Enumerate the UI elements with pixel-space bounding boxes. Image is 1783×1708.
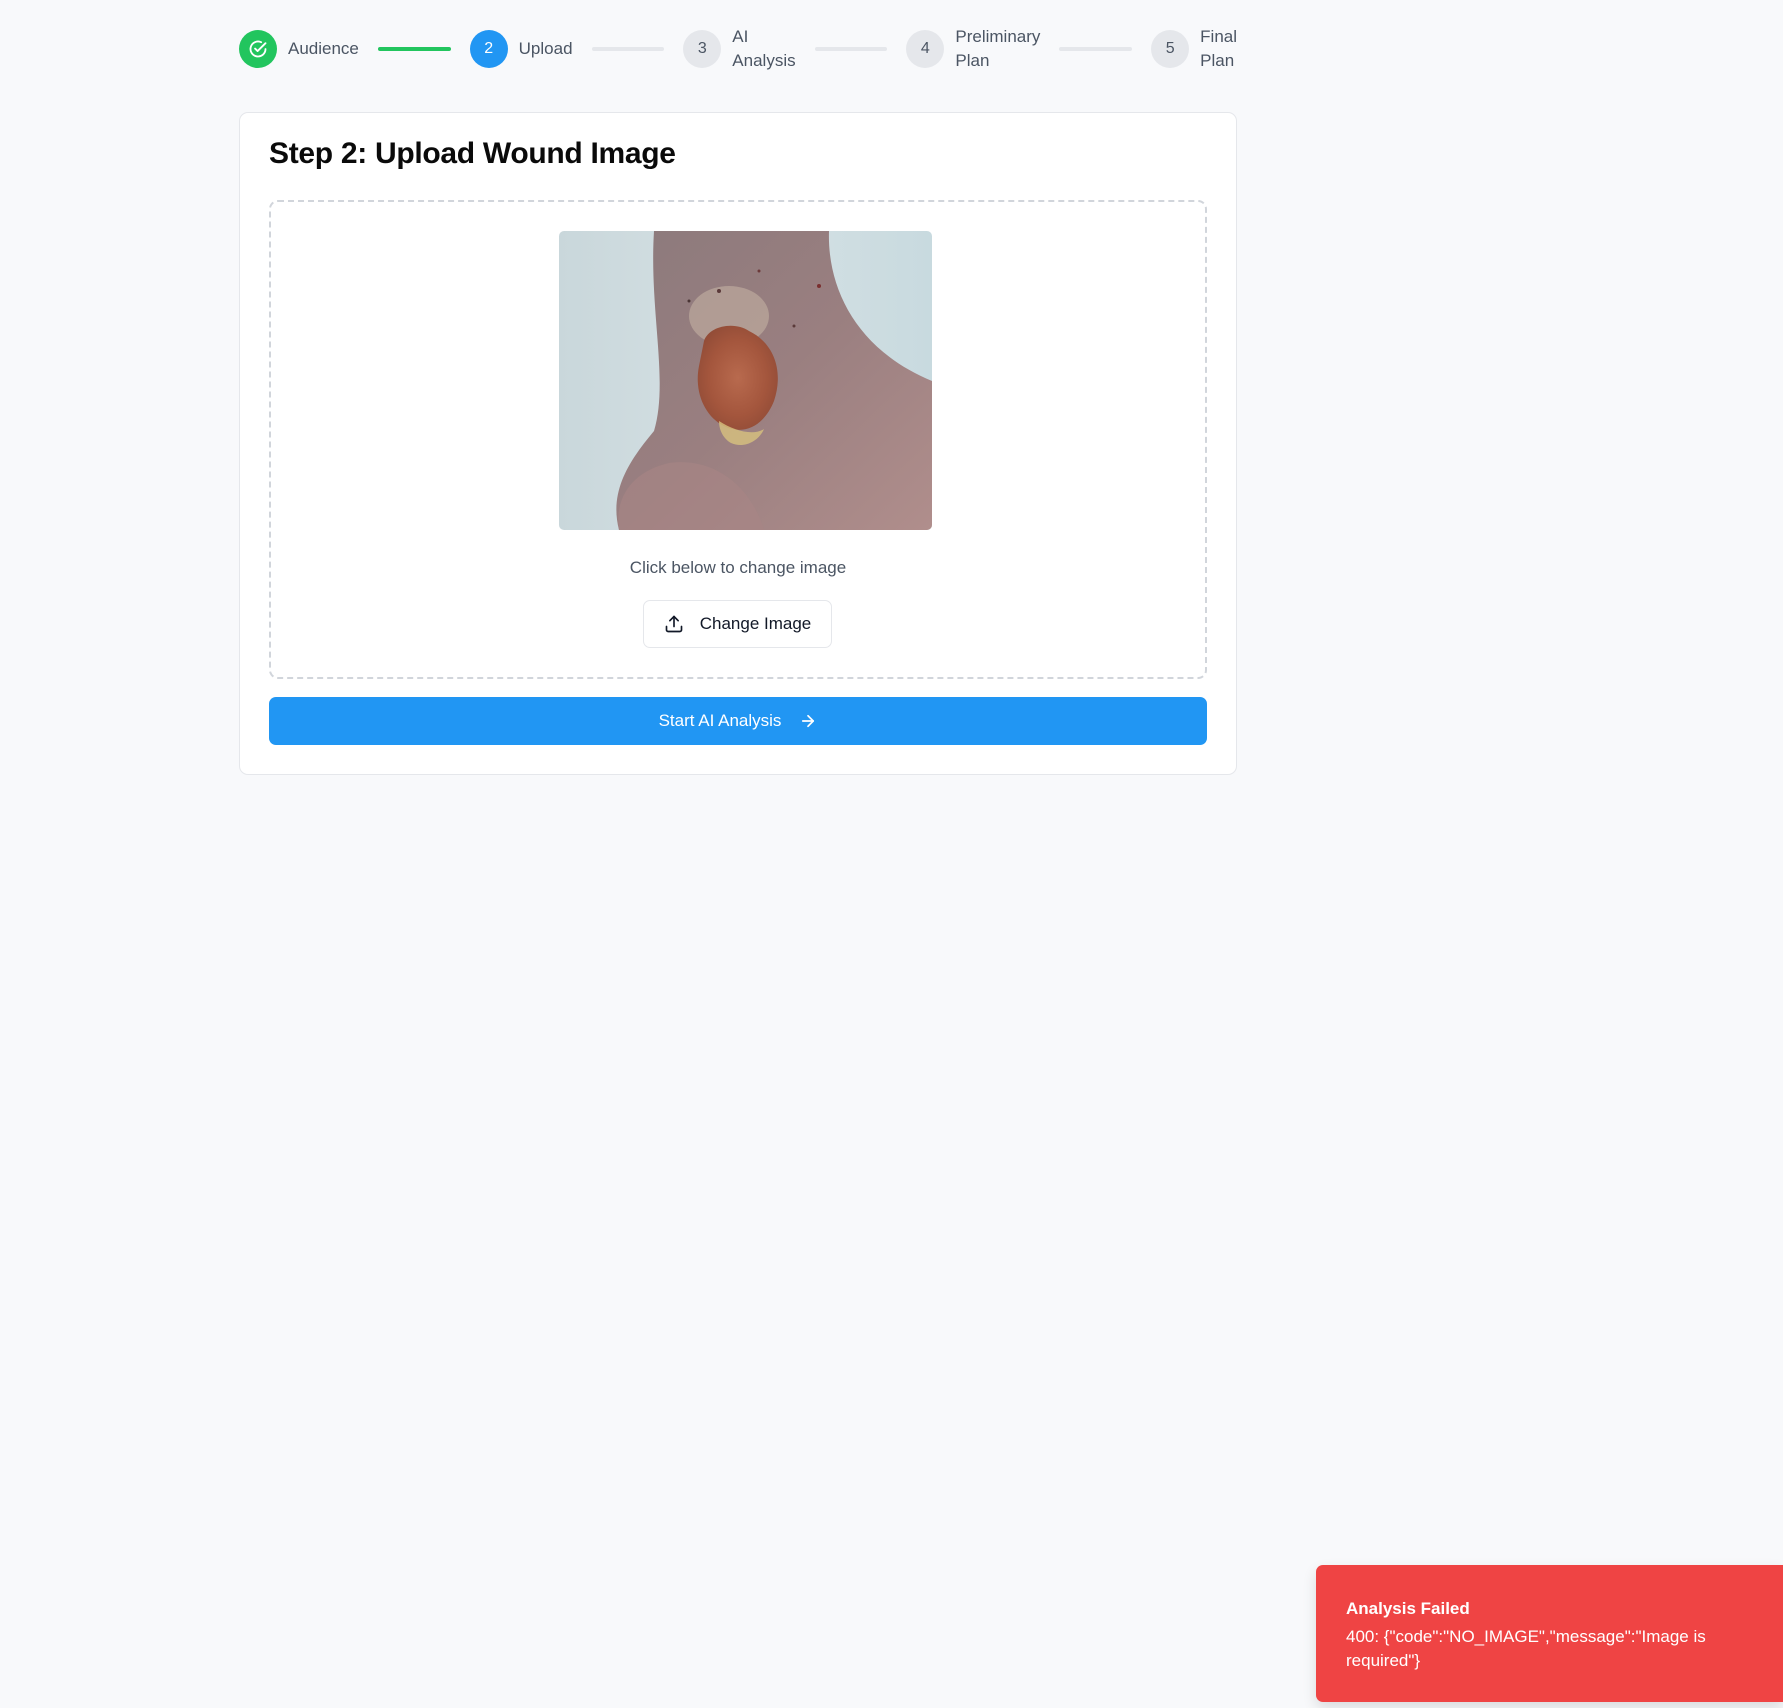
step-preliminary-plan-label: Preliminary Plan (955, 27, 1041, 70)
start-ai-analysis-button[interactable]: Start AI Analysis (269, 697, 1207, 745)
change-image-label: Change Image (699, 614, 812, 633)
upload-icon (664, 614, 684, 634)
page-title: Step 2: Upload Wound Image (269, 137, 676, 170)
upload-card: Step 2: Upload Wound Image Click below t… (239, 112, 1237, 775)
image-dropzone[interactable]: Click below to change image Change Image (269, 200, 1207, 679)
step-preliminary-plan-number: 4 (906, 30, 945, 68)
step-connector-2 (591, 47, 665, 51)
step-ai-analysis[interactable]: 3 AI Analysis (683, 25, 796, 73)
step-final-plan-number: 5 (1151, 30, 1190, 68)
step-connector-3 (814, 47, 888, 51)
step-ai-analysis-number: 3 (683, 30, 722, 68)
progress-stepper: Audience 2 Upload 3 AI Analysis 4 Prelim… (239, 20, 1237, 78)
step-audience[interactable]: Audience (239, 30, 359, 68)
step-ai-analysis-label: AI Analysis (732, 27, 796, 70)
check-circle-icon (248, 39, 268, 59)
start-ai-analysis-label: Start AI Analysis (658, 711, 782, 730)
change-image-hint: Click below to change image (629, 558, 847, 577)
change-image-button[interactable]: Change Image (643, 600, 832, 648)
step-preliminary-plan[interactable]: 4 Preliminary Plan (906, 25, 1040, 73)
step-connector-4 (1059, 47, 1133, 51)
step-audience-label: Audience (288, 39, 359, 58)
step-upload-label: Upload (518, 39, 573, 58)
step-connector-1 (377, 47, 451, 51)
step-final-plan[interactable]: 5 Final Plan (1151, 25, 1237, 73)
error-toast[interactable]: Analysis Failed 400: {"code":"NO_IMAGE",… (1316, 1565, 1783, 1702)
step-upload-number: 2 (469, 30, 508, 68)
arrow-right-icon (799, 712, 817, 730)
toast-message: 400: {"code":"NO_IMAGE","message":"Image… (1346, 1627, 1706, 1670)
wound-image-preview (559, 231, 932, 530)
step-final-plan-label: Final Plan (1200, 27, 1238, 70)
toast-title: Analysis Failed (1346, 1599, 1470, 1618)
step-audience-indicator (239, 30, 277, 68)
step-upload[interactable]: 2 Upload (469, 30, 573, 68)
